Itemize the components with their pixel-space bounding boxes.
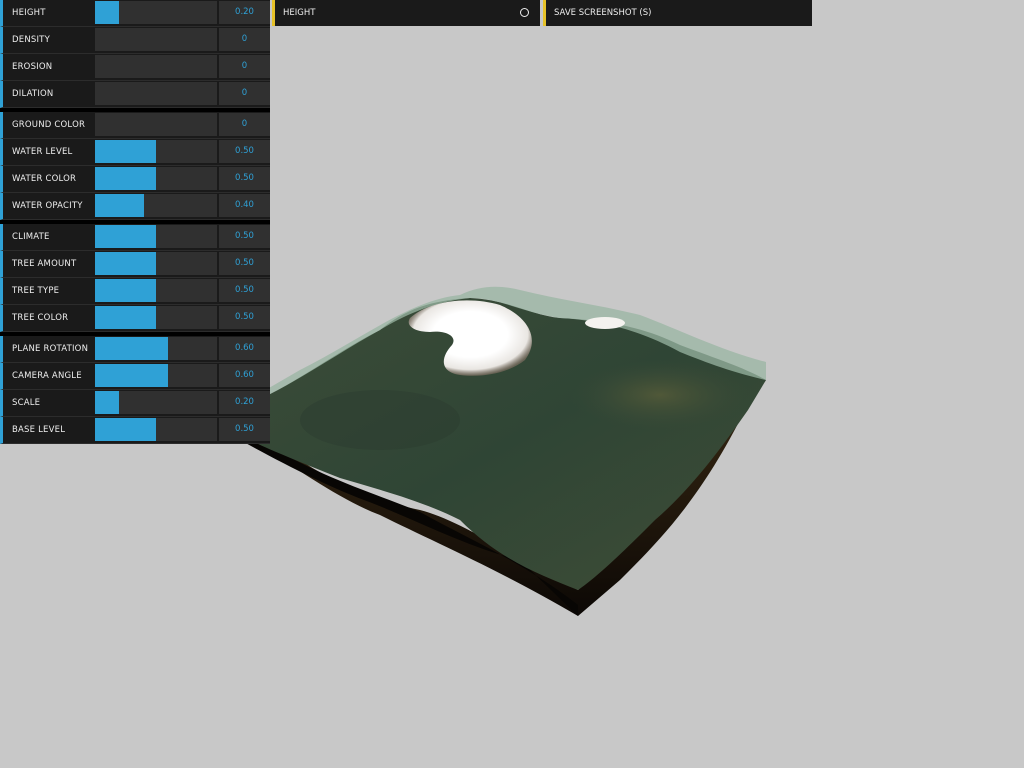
control-row-tree-type: TREE TYPE 0.50 (0, 278, 270, 305)
control-row-erosion: EROSION 0 (0, 54, 270, 81)
slider-fill (95, 337, 169, 360)
control-label: GROUND COLOR (12, 120, 86, 130)
control-label: TREE AMOUNT (12, 259, 77, 269)
control-row-dilation: DILATION 0 (0, 81, 270, 108)
radio-circle-icon[interactable] (520, 8, 529, 17)
control-label: DENSITY (12, 35, 50, 45)
control-label: PLANE ROTATION (12, 344, 89, 354)
base-level-slider[interactable] (95, 418, 217, 441)
ground-color-slider[interactable] (95, 113, 217, 136)
height-value-input[interactable]: 0.20 (219, 1, 270, 24)
dilation-slider[interactable] (95, 82, 217, 105)
control-row-scale: SCALE 0.20 (0, 390, 270, 417)
slider-fill (95, 306, 156, 329)
ground-color-value-input[interactable]: 0 (219, 113, 270, 136)
water-color-value-input[interactable]: 0.50 (219, 167, 270, 190)
control-label: HEIGHT (12, 8, 46, 18)
control-label: BASE LEVEL (12, 425, 66, 435)
controls-panel: HEIGHT 0.20 DENSITY 0 EROSION 0 DILATION 0 GROUN… (0, 0, 270, 444)
slider-fill (95, 418, 156, 441)
save-screenshot-button[interactable]: SAVE SCREENSHOT (S) (543, 0, 812, 26)
plane-rotation-value-input[interactable]: 0.60 (219, 337, 270, 360)
control-row-tree-amount: TREE AMOUNT 0.50 (0, 251, 270, 278)
height-toggle-row[interactable]: HEIGHT (272, 0, 540, 26)
climate-slider[interactable] (95, 225, 217, 248)
water-opacity-slider[interactable] (95, 194, 217, 217)
tree-color-value-input[interactable]: 0.50 (219, 306, 270, 329)
slider-fill (95, 252, 156, 275)
control-label: WATER COLOR (12, 174, 77, 184)
tree-type-slider[interactable] (95, 279, 217, 302)
dilation-value-input[interactable]: 0 (219, 82, 270, 105)
tree-type-value-input[interactable]: 0.50 (219, 279, 270, 302)
control-label: WATER LEVEL (12, 147, 73, 157)
water-opacity-value-input[interactable]: 0.40 (219, 194, 270, 217)
control-label: TREE COLOR (12, 313, 69, 323)
slider-fill (95, 1, 120, 24)
control-label: WATER OPACITY (12, 201, 83, 211)
scale-value-input[interactable]: 0.20 (219, 391, 270, 414)
slider-fill (95, 167, 156, 190)
slider-fill (95, 391, 120, 414)
camera-angle-slider[interactable] (95, 364, 217, 387)
control-row-water-color: WATER COLOR 0.50 (0, 166, 270, 193)
tree-amount-value-input[interactable]: 0.50 (219, 252, 270, 275)
erosion-slider[interactable] (95, 55, 217, 78)
water-color-slider[interactable] (95, 167, 217, 190)
control-label: CLIMATE (12, 232, 50, 242)
erosion-value-input[interactable]: 0 (219, 55, 270, 78)
plane-rotation-slider[interactable] (95, 337, 217, 360)
app-stage: HEIGHT 0.20 DENSITY 0 EROSION 0 DILATION 0 GROUN… (0, 0, 1024, 768)
base-level-value-input[interactable]: 0.50 (219, 418, 270, 441)
control-label: DILATION (12, 89, 54, 99)
height-slider[interactable] (95, 1, 217, 24)
water-level-value-input[interactable]: 0.50 (219, 140, 270, 163)
control-row-density: DENSITY 0 (0, 27, 270, 54)
control-label: SCALE (12, 398, 41, 408)
slider-fill (95, 140, 156, 163)
tree-amount-slider[interactable] (95, 252, 217, 275)
save-screenshot-label: SAVE SCREENSHOT (S) (554, 8, 652, 18)
control-label: TREE TYPE (12, 286, 60, 296)
control-row-base-level: BASE LEVEL 0.50 (0, 417, 270, 444)
control-label: CAMERA ANGLE (12, 371, 82, 381)
terrain-hill (300, 390, 460, 450)
control-row-tree-color: TREE COLOR 0.50 (0, 305, 270, 332)
height-toggle-label: HEIGHT (283, 8, 316, 18)
control-row-plane-rotation: PLANE ROTATION 0.60 (0, 336, 270, 363)
camera-angle-value-input[interactable]: 0.60 (219, 364, 270, 387)
water-level-slider[interactable] (95, 140, 217, 163)
scale-slider[interactable] (95, 391, 217, 414)
slider-fill (95, 279, 156, 302)
density-slider[interactable] (95, 28, 217, 51)
climate-value-input[interactable]: 0.50 (219, 225, 270, 248)
slider-fill (95, 225, 156, 248)
terrain-hill (570, 360, 750, 430)
slider-fill (95, 364, 169, 387)
control-row-water-level: WATER LEVEL 0.50 (0, 139, 270, 166)
control-row-ground-color: GROUND COLOR 0 (0, 112, 270, 139)
control-row-climate: CLIMATE 0.50 (0, 224, 270, 251)
slider-fill (95, 194, 144, 217)
density-value-input[interactable]: 0 (219, 28, 270, 51)
control-row-camera-angle: CAMERA ANGLE 0.60 (0, 363, 270, 390)
snow-cap-small (585, 317, 625, 329)
control-label: EROSION (12, 62, 53, 72)
control-row-water-opacity: WATER OPACITY 0.40 (0, 193, 270, 220)
control-row-height: HEIGHT 0.20 (0, 0, 270, 27)
tree-color-slider[interactable] (95, 306, 217, 329)
